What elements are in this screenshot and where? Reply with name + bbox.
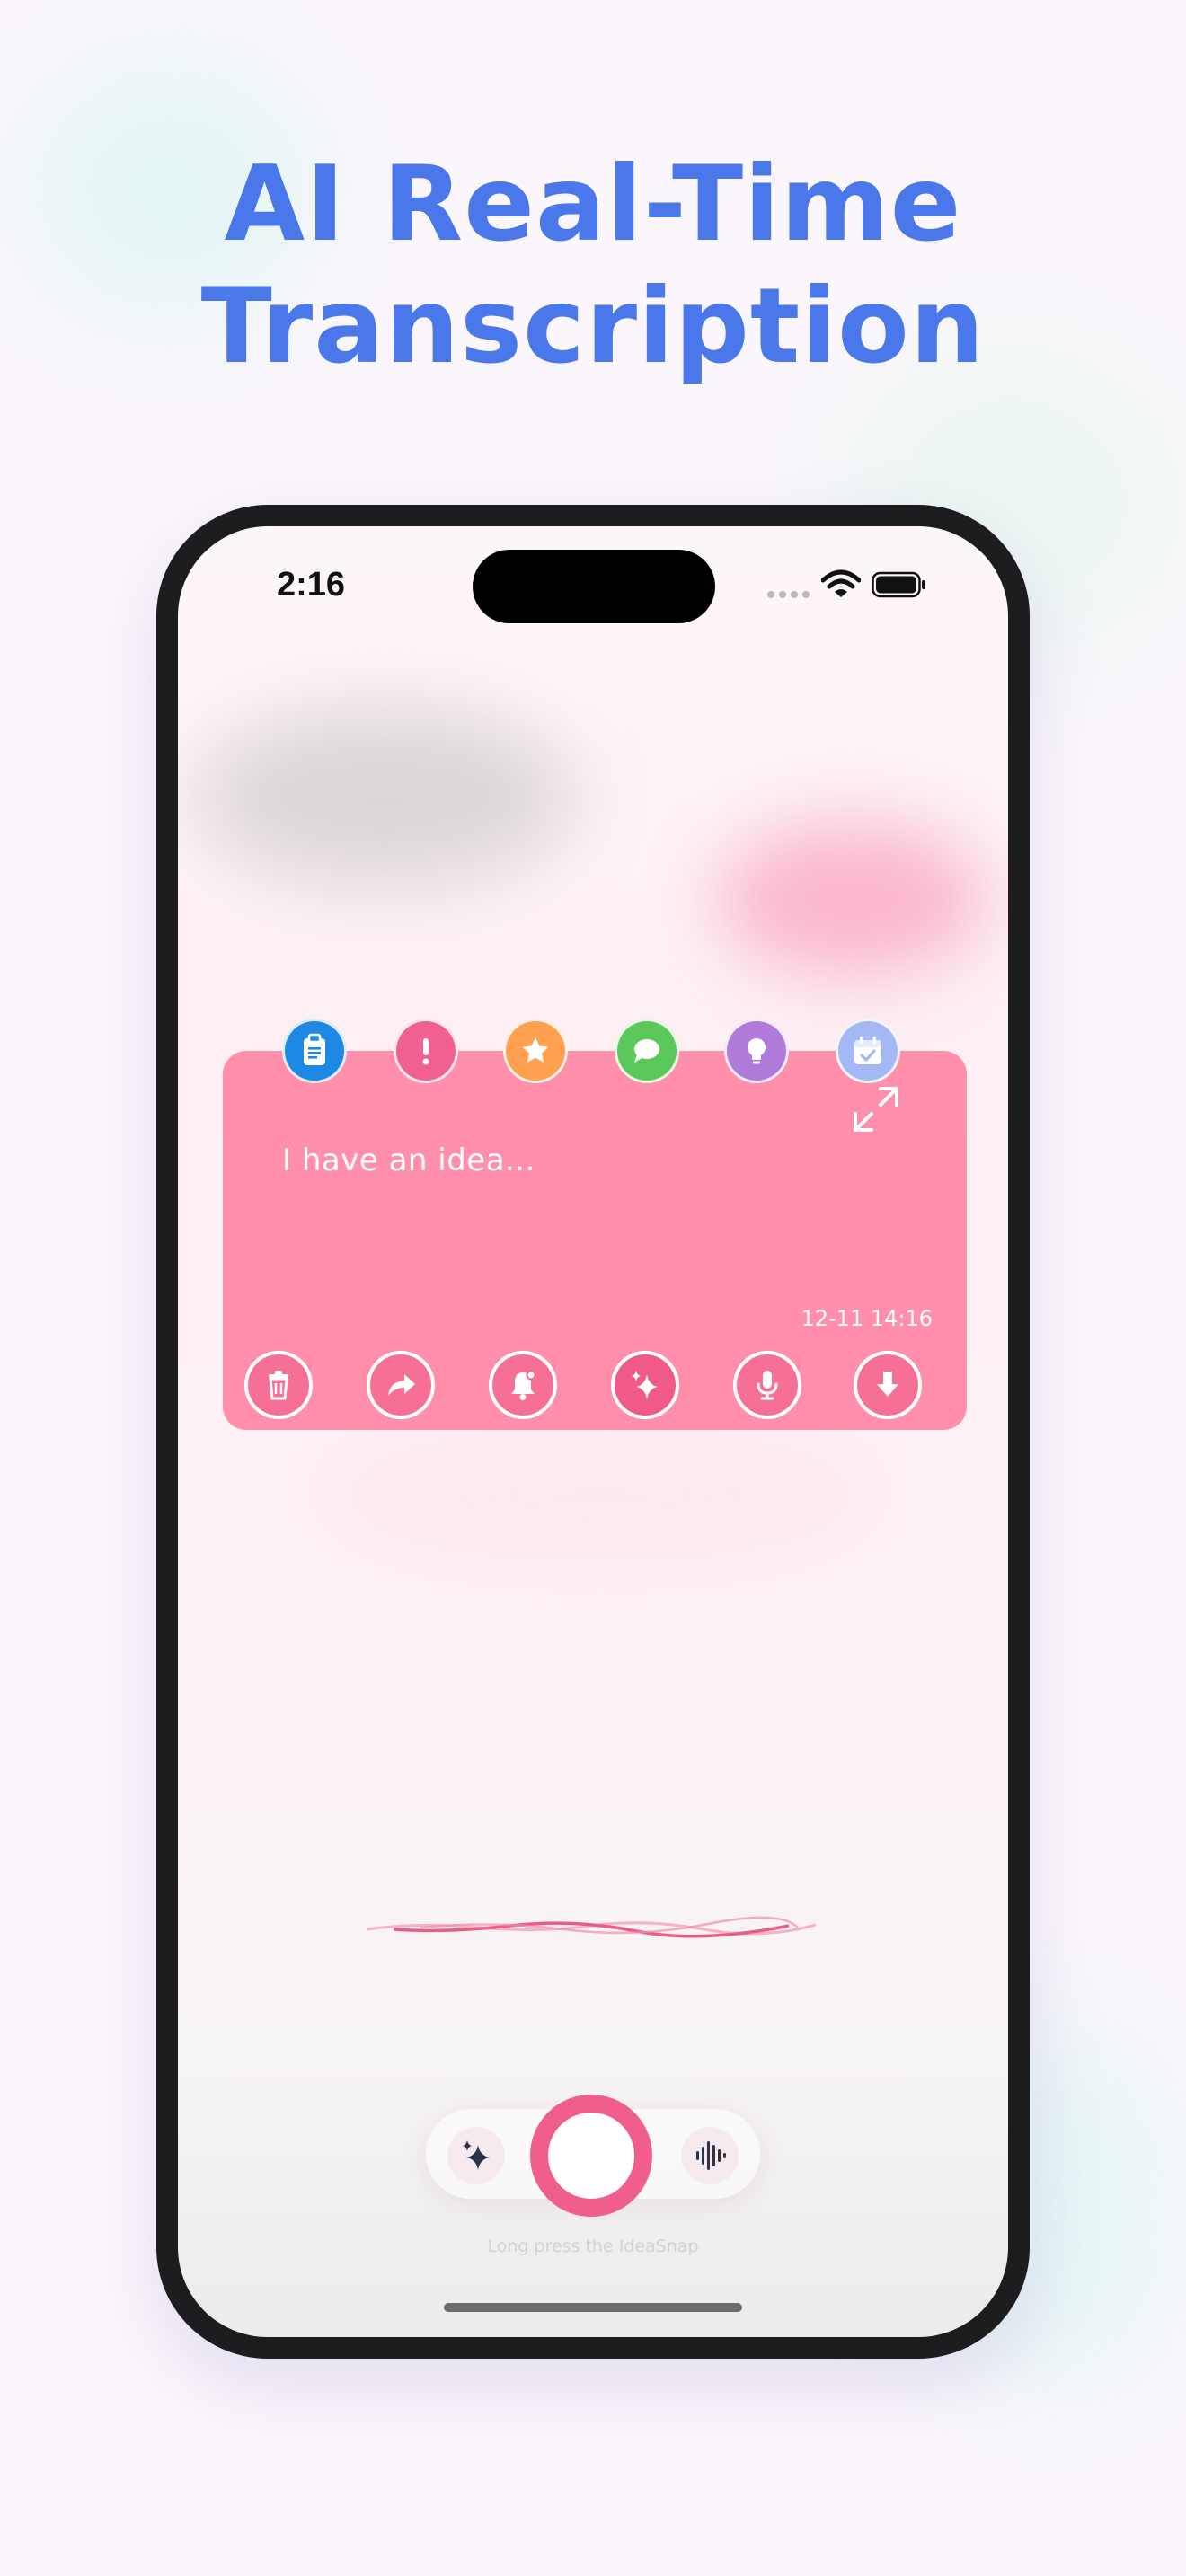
ai-sparkle-icon — [632, 1371, 658, 1399]
headline-line-1: AI Real-Time — [224, 144, 962, 265]
note-text[interactable]: I have an idea... — [282, 1142, 535, 1178]
category-message[interactable] — [615, 1019, 679, 1083]
note-date: 12-11 14:16 — [801, 1306, 933, 1331]
status-time: 2:16 — [277, 566, 346, 604]
wifi-icon — [821, 569, 861, 597]
ai-button[interactable] — [447, 2127, 505, 2184]
waveform-icon — [696, 2141, 726, 2170]
share-button[interactable] — [367, 1351, 435, 1419]
screen-blur-pink — [717, 823, 987, 975]
dynamic-island — [473, 550, 715, 623]
save-button[interactable] — [854, 1351, 922, 1419]
category-favorite[interactable] — [503, 1019, 568, 1083]
exclamation-icon — [422, 1038, 429, 1065]
star-icon — [522, 1037, 549, 1063]
lightbulb-icon — [748, 1038, 766, 1064]
phone-frame: 2:16 I have an idea... 12-11 14:16 Long … — [156, 505, 1030, 2359]
signal-icon — [767, 591, 810, 602]
category-important[interactable] — [394, 1019, 458, 1083]
calendar-check-icon — [854, 1037, 881, 1064]
home-indicator[interactable] — [444, 2303, 742, 2312]
reminder-button[interactable] — [489, 1351, 557, 1419]
share-icon — [388, 1374, 415, 1396]
headline: AI Real-Time Transcription — [0, 144, 1186, 388]
trash-icon — [269, 1371, 288, 1400]
chat-bubble-icon — [634, 1039, 659, 1063]
record-button[interactable] — [530, 2095, 652, 2217]
category-selector — [178, 1019, 1008, 1090]
audio-waveform — [367, 1916, 816, 1938]
delete-button[interactable] — [244, 1351, 313, 1419]
microphone-icon — [757, 1371, 778, 1400]
screen-blur-soft — [322, 1425, 879, 1568]
sparkle-icon — [463, 2140, 490, 2170]
battery-icon — [872, 571, 925, 598]
reminder-bell-icon — [511, 1370, 536, 1400]
voice-input-button[interactable] — [733, 1351, 801, 1419]
clipboard-icon — [304, 1033, 325, 1065]
screen-blur-grey — [196, 706, 573, 886]
download-icon — [877, 1372, 898, 1397]
expand-icon[interactable] — [850, 1083, 902, 1135]
category-calendar[interactable] — [836, 1019, 900, 1083]
category-clipboard[interactable] — [282, 1019, 347, 1083]
headline-line-2: Transcription — [200, 266, 986, 387]
long-press-hint: Long press the IdeaSnap — [487, 2236, 699, 2256]
phone-screen: 2:16 I have an idea... 12-11 14:16 Long … — [178, 526, 1008, 2337]
ai-assist-button[interactable] — [611, 1351, 679, 1419]
waveform-button[interactable] — [681, 2127, 739, 2184]
category-idea[interactable] — [724, 1019, 789, 1083]
